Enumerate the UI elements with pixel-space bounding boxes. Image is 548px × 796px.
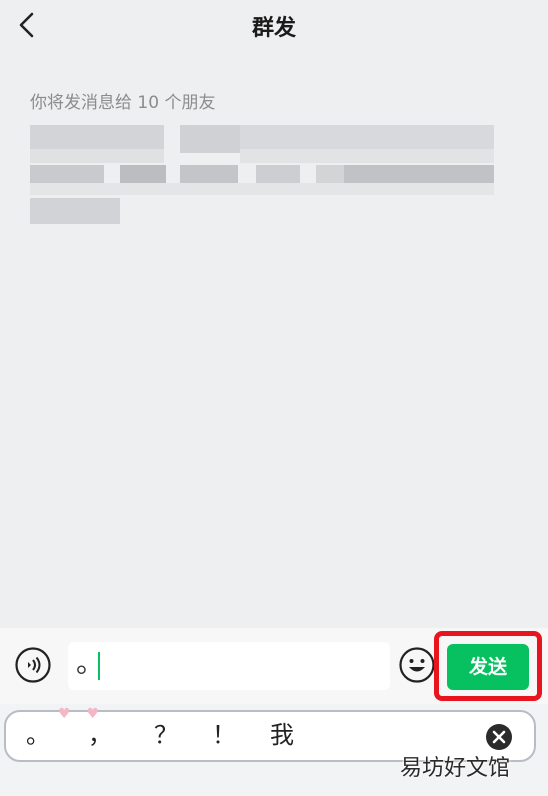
blurred-name — [30, 183, 494, 195]
suggestion-exclamation[interactable]: ！ — [212, 720, 236, 750]
blurred-name — [240, 125, 494, 149]
suggestion-question[interactable]: ？ — [154, 720, 178, 750]
blurred-name — [30, 125, 164, 149]
clear-icon[interactable] — [484, 722, 514, 752]
suggestion-comma[interactable]: ， — [88, 720, 112, 750]
text-caret — [98, 652, 100, 680]
page-title: 群发 — [251, 16, 296, 41]
message-input-bar: 。 发送 — [0, 628, 548, 704]
suggestion-period[interactable]: 。 — [26, 720, 50, 750]
watermark: 易坊好文馆 — [400, 756, 511, 781]
message-text-input[interactable]: 。 — [68, 642, 390, 690]
blurred-name — [120, 165, 166, 183]
suggestion-wo[interactable]: 我 — [270, 720, 294, 750]
blurred-name — [30, 149, 164, 163]
send-button[interactable]: 发送 — [447, 644, 529, 690]
blurred-name — [240, 149, 494, 163]
blurred-name — [256, 165, 300, 183]
blurred-name — [180, 165, 238, 183]
recipient-hint: 你将发消息给 10 个朋友 — [30, 93, 216, 113]
emoji-icon[interactable] — [398, 646, 436, 684]
blurred-name — [30, 198, 120, 224]
blurred-name — [344, 165, 494, 183]
blurred-name — [180, 125, 240, 153]
blurred-name — [316, 165, 344, 183]
voice-icon[interactable] — [14, 646, 52, 684]
blurred-name — [30, 165, 104, 183]
navigation-bar: 群发 — [0, 0, 548, 52]
